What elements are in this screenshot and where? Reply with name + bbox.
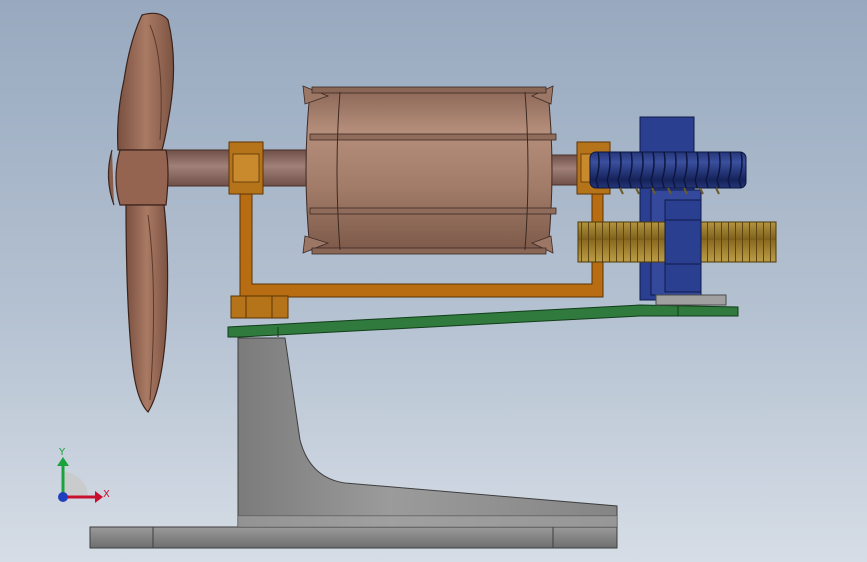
worm-gear [577,219,777,265]
base-plate [89,526,618,549]
y-axis-label: Y [58,447,66,458]
x-axis-label: X [103,489,110,500]
triad-plane [63,472,88,497]
worm-screw [589,151,747,195]
motor [302,85,557,255]
swivel-plate [227,304,739,338]
axis-triad: Y X [57,447,110,503]
z-axis-dot-icon [58,492,68,502]
y-axis-arrow-icon [57,457,69,466]
x-axis-arrow-icon [95,491,103,503]
front-bearing [228,141,264,195]
gearbox [639,116,727,306]
fan-blades [107,12,175,413]
fan-assembly-drawing: Y X [57,12,777,549]
frame-foot [230,295,289,319]
cad-viewport[interactable]: Y X [0,0,867,562]
pedestal [237,337,618,528]
